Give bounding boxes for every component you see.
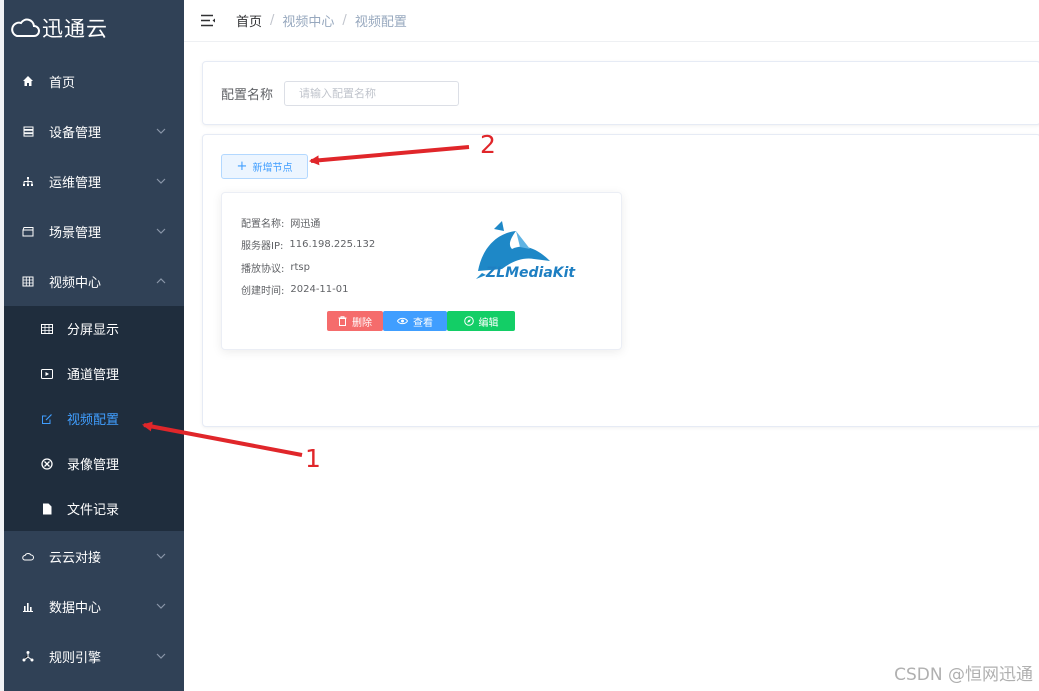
chevron-down-icon — [156, 651, 166, 661]
home-icon — [21, 74, 35, 88]
config-name-input[interactable] — [284, 80, 460, 106]
sidebar-item-cloud-integration[interactable]: 云云对接 — [4, 531, 184, 581]
tree-icon — [21, 174, 35, 188]
sidebar-item-label: 规则引擎 — [49, 650, 102, 666]
sidebar-item-device[interactable]: 设备管理 — [4, 106, 184, 156]
sidebar-item-label: 数据中心 — [49, 600, 102, 616]
sidebar-item-ops[interactable]: 运维管理 — [4, 156, 184, 206]
sidebar-item-label: 分屏显示 — [67, 323, 120, 338]
app-root: 迅通云 首页 设备管理 运维管理 场景管理 视频中心 分屏显示 通道管理 视频配… — [0, 0, 1039, 691]
video-center-submenu: 分屏显示 通道管理 视频配置 录像管理 文件记录 — [4, 306, 184, 531]
config-name-label: 配置名称 — [221, 87, 274, 103]
breadcrumb-separator: / — [270, 13, 275, 28]
delete-button[interactable]: 删除 — [327, 311, 383, 331]
annotation-label-2: 2 — [480, 130, 496, 159]
csdn-watermark: CSDN @恒网迅通 — [894, 665, 1033, 685]
add-node-button[interactable]: + 新增节点 — [221, 154, 308, 179]
file-icon — [40, 502, 53, 515]
menu-toggle-icon[interactable] — [200, 14, 216, 28]
play-box-icon — [40, 367, 53, 380]
sidebar-item-label: 云云对接 — [49, 550, 102, 566]
chevron-down-icon — [156, 551, 166, 561]
page-content: 配置名称 + 新增节点 配置名称: 网迅通 服务器IP: — [184, 43, 1039, 691]
chevron-down-icon — [156, 176, 166, 186]
sidebar-item-data-center[interactable]: 数据中心 — [4, 581, 184, 631]
sidebar-item-label: 通道管理 — [67, 368, 120, 383]
config-card: 配置名称: 网迅通 服务器IP: 116.198.225.132 播放协议: r… — [221, 192, 622, 350]
app-logo[interactable]: 迅通云 — [4, 0, 184, 56]
breadcrumb: 首页 / 视频中心 / 视频配置 — [236, 11, 407, 30]
delete-label: 删除 — [352, 317, 372, 329]
sidebar-item-label: 录像管理 — [67, 458, 120, 473]
view-label: 查看 — [413, 317, 433, 329]
sidebar-item-label: 设备管理 — [49, 125, 102, 141]
add-node-label: 新增节点 — [252, 163, 293, 174]
field-key: 服务器IP: — [241, 241, 284, 253]
view-button[interactable]: 查看 — [383, 311, 447, 331]
breadcrumb-video-center: 视频中心 — [282, 15, 335, 30]
config-card-info: 配置名称: 网迅通 服务器IP: 116.198.225.132 播放协议: r… — [241, 211, 375, 301]
sidebar-item-channel[interactable]: 通道管理 — [4, 351, 184, 396]
table-icon — [40, 322, 53, 335]
cloud-sync-icon — [21, 549, 35, 563]
sidebar-item-label: 视频配置 — [67, 413, 120, 428]
sidebar-item-label: 视频中心 — [49, 275, 102, 291]
record-icon — [40, 457, 53, 470]
card-actions: 删除 查看 编辑 — [327, 311, 515, 331]
field-value: 116.198.225.132 — [289, 239, 376, 251]
network-icon — [21, 649, 35, 663]
sidebar-item-label: 场景管理 — [49, 225, 102, 241]
config-card-row: 创建时间: 2024-11-01 — [241, 279, 375, 302]
edit-button[interactable]: 编辑 — [447, 311, 515, 331]
sidebar-item-home[interactable]: 首页 — [4, 56, 184, 106]
field-value: rtsp — [290, 261, 310, 273]
clapperboard-icon — [21, 224, 35, 238]
chevron-down-icon — [156, 226, 166, 236]
breadcrumb-home[interactable]: 首页 — [236, 11, 262, 30]
sidebar-item-video-config[interactable]: 视频配置 — [4, 396, 184, 441]
sidebar-item-recording[interactable]: 录像管理 — [4, 441, 184, 486]
bar-chart-icon — [21, 599, 35, 613]
edit-label: 编辑 — [478, 317, 499, 329]
sidebar-item-rule-engine[interactable]: 规则引擎 — [4, 631, 184, 681]
plus-icon: + — [236, 159, 248, 174]
main-area: 首页 / 视频中心 / 视频配置 配置名称 + 新增节点 — [184, 0, 1039, 691]
edit-icon — [40, 412, 53, 425]
compass-icon — [463, 316, 474, 326]
sidebar-item-split-screen[interactable]: 分屏显示 — [4, 306, 184, 351]
cloud-icon — [11, 18, 40, 37]
chevron-down-icon — [156, 126, 166, 136]
breadcrumb-separator: / — [342, 13, 347, 28]
field-key: 播放协议: — [241, 263, 285, 275]
field-key: 创建时间: — [241, 286, 285, 298]
sidebar-item-video-center[interactable]: 视频中心 — [4, 256, 184, 306]
sidebar-item-label: 首页 — [49, 75, 76, 91]
sidebar: 迅通云 首页 设备管理 运维管理 场景管理 视频中心 分屏显示 通道管理 视频配… — [4, 0, 184, 691]
sidebar-item-scene[interactable]: 场景管理 — [4, 206, 184, 256]
sidebar-item-label: 运维管理 — [49, 175, 102, 191]
search-form: 配置名称 — [202, 61, 1039, 125]
eye-icon — [397, 317, 408, 325]
sidebar-item-label: 文件记录 — [67, 503, 120, 518]
node-list-panel: + 新增节点 配置名称: 网迅通 服务器IP: 116.198.225.132 — [202, 134, 1039, 427]
navbar: 首页 / 视频中心 / 视频配置 — [184, 0, 1039, 42]
zlmediakit-logo-text: ZLMediaKit — [485, 265, 576, 281]
breadcrumb-current: 视频配置 — [354, 15, 407, 30]
grid-icon — [21, 274, 35, 288]
trash-icon — [338, 316, 347, 326]
zlmediakit-logo: ZLMediaKit — [476, 221, 576, 281]
app-logo-text: 迅通云 — [42, 17, 108, 41]
field-key: 配置名称: — [241, 218, 285, 230]
sidebar-item-file-records[interactable]: 文件记录 — [4, 486, 184, 531]
config-card-row: 服务器IP: 116.198.225.132 — [241, 234, 375, 257]
chevron-down-icon — [156, 601, 166, 611]
config-card-row: 配置名称: 网迅通 — [241, 211, 375, 234]
field-value: 2024-11-01 — [290, 284, 349, 296]
server-icon — [21, 124, 35, 138]
annotation-label-1: 1 — [305, 444, 321, 473]
chevron-up-icon — [156, 276, 166, 286]
field-value: 网迅通 — [290, 218, 321, 230]
config-card-row: 播放协议: rtsp — [241, 256, 375, 279]
